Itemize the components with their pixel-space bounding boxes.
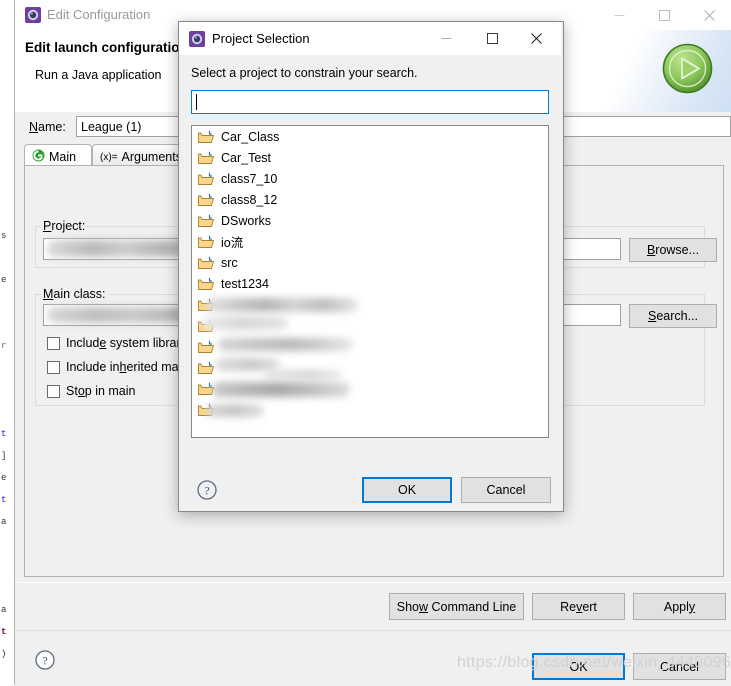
project-selection-dialog: Project Selection Select a project to co… (178, 21, 564, 512)
gear-icon (189, 31, 205, 47)
svg-text:?: ? (42, 654, 47, 668)
list-item-label: test1234 (221, 276, 269, 291)
main-action-bar: Show Command Line Revert Apply (15, 582, 731, 631)
folder-icon (198, 172, 214, 186)
main-close-button[interactable] (687, 0, 731, 30)
folder-icon (198, 130, 214, 144)
cancel-button-main[interactable]: Cancel (633, 653, 726, 680)
list-item-label: Car_Test (221, 150, 272, 165)
folder-icon (198, 151, 214, 165)
name-label: Name: (29, 120, 66, 134)
apply-button[interactable]: Apply (633, 593, 726, 620)
browse-button[interactable]: Browse... (629, 238, 717, 262)
ok-button-dialog[interactable]: OK (362, 477, 452, 503)
folder-icon (198, 319, 214, 333)
list-item-label: DSworks (221, 213, 272, 228)
gear-icon (25, 7, 41, 23)
list-item-label: src (221, 255, 238, 270)
list-item-label: Car_Class (221, 129, 280, 144)
list-item-label: class8_12 (221, 192, 278, 207)
folder-icon (198, 277, 214, 291)
main-class-group-label: Main class: (41, 287, 108, 301)
cancel-label-main: Cancel (660, 659, 699, 674)
dialog-maximize-button[interactable] (470, 22, 515, 55)
tab-arguments-label: Arguments (121, 150, 182, 164)
dialog-prompt: Select a project to constrain your searc… (191, 66, 418, 80)
list-item-redacted[interactable] (192, 378, 548, 399)
list-item-label: io流 (221, 236, 244, 250)
checkbox-label: Stop in main (66, 384, 136, 398)
browse-button-label: Browse... (646, 243, 700, 257)
folder-icon (198, 235, 214, 249)
checkbox-box[interactable] (47, 360, 60, 374)
list-item[interactable]: class7_10 (192, 168, 548, 189)
list-item-redacted[interactable] (192, 336, 548, 357)
folder-icon (198, 361, 214, 375)
folder-icon (198, 403, 214, 417)
revert-button[interactable]: Revert (532, 593, 625, 620)
folder-icon (198, 298, 214, 312)
list-item[interactable]: Car_Test (192, 147, 548, 168)
tab-main-label: Main (49, 150, 77, 164)
list-item-redacted[interactable] (192, 357, 548, 378)
revert-label: Revert (560, 599, 597, 614)
checkbox-box[interactable] (47, 384, 60, 398)
dialog-minimize-button[interactable] (424, 22, 469, 55)
dialog-title: Project Selection (212, 31, 310, 46)
checkbox-stop-in-main[interactable]: Stop in main (47, 384, 136, 398)
folder-icon (198, 193, 214, 207)
project-list[interactable]: Car_Class Car_Test class7_10 class8_12 D… (191, 125, 549, 438)
cancel-button-dialog[interactable]: Cancel (461, 477, 551, 503)
main-tab-icon (32, 149, 45, 165)
list-item[interactable]: DSworks (192, 210, 548, 231)
list-item[interactable]: io流 (192, 231, 548, 252)
project-filter-input[interactable] (191, 90, 549, 114)
checkbox-box[interactable] (47, 336, 60, 350)
list-item-redacted[interactable] (192, 399, 548, 420)
folder-icon (198, 340, 214, 354)
search-button-label: Search... (647, 309, 699, 323)
cancel-label-dialog: Cancel (486, 483, 526, 497)
folder-icon (198, 214, 214, 228)
search-button[interactable]: Search... (629, 304, 717, 328)
apply-label: Apply (663, 599, 696, 614)
ok-button-main[interactable]: OK (532, 653, 625, 680)
dialog-titlebar: Project Selection (179, 22, 561, 55)
background-editor-strip: s e r t ] e t a a t ) a a . + + + + (0, 0, 14, 685)
ok-label-main: OK (569, 659, 588, 674)
help-question-icon-dialog[interactable]: ? (197, 480, 217, 500)
page-subtitle: Run a Java application (35, 68, 162, 82)
help-question-icon-main[interactable]: ? (35, 650, 55, 670)
tab-main[interactable]: Main (24, 144, 92, 166)
run-play-icon (661, 42, 714, 95)
ok-label-dialog: OK (397, 483, 417, 497)
dialog-close-button[interactable] (514, 22, 559, 55)
list-item-redacted[interactable] (192, 294, 548, 315)
project-group-label: Project: (41, 219, 88, 233)
folder-icon (198, 256, 214, 270)
folder-icon (198, 382, 214, 396)
main-maximize-button[interactable] (642, 0, 687, 30)
list-item[interactable]: test1234 (192, 273, 548, 294)
main-minimize-button[interactable] (597, 0, 642, 30)
main-window-title: Edit Configuration (47, 7, 151, 22)
show-command-line-button[interactable]: Show Command Line (389, 593, 524, 620)
show-command-line-label: Show Command Line (396, 599, 517, 614)
arguments-tab-icon: (x)= (100, 151, 118, 163)
list-item-redacted[interactable] (192, 315, 548, 336)
list-item[interactable]: Car_Class (192, 126, 548, 147)
list-item[interactable]: src (192, 252, 548, 273)
list-item[interactable]: class8_12 (192, 189, 548, 210)
text-caret (196, 94, 197, 110)
list-item-label: class7_10 (221, 171, 278, 186)
svg-text:?: ? (204, 484, 209, 498)
main-footer-bar: OK Cancel (15, 630, 731, 686)
